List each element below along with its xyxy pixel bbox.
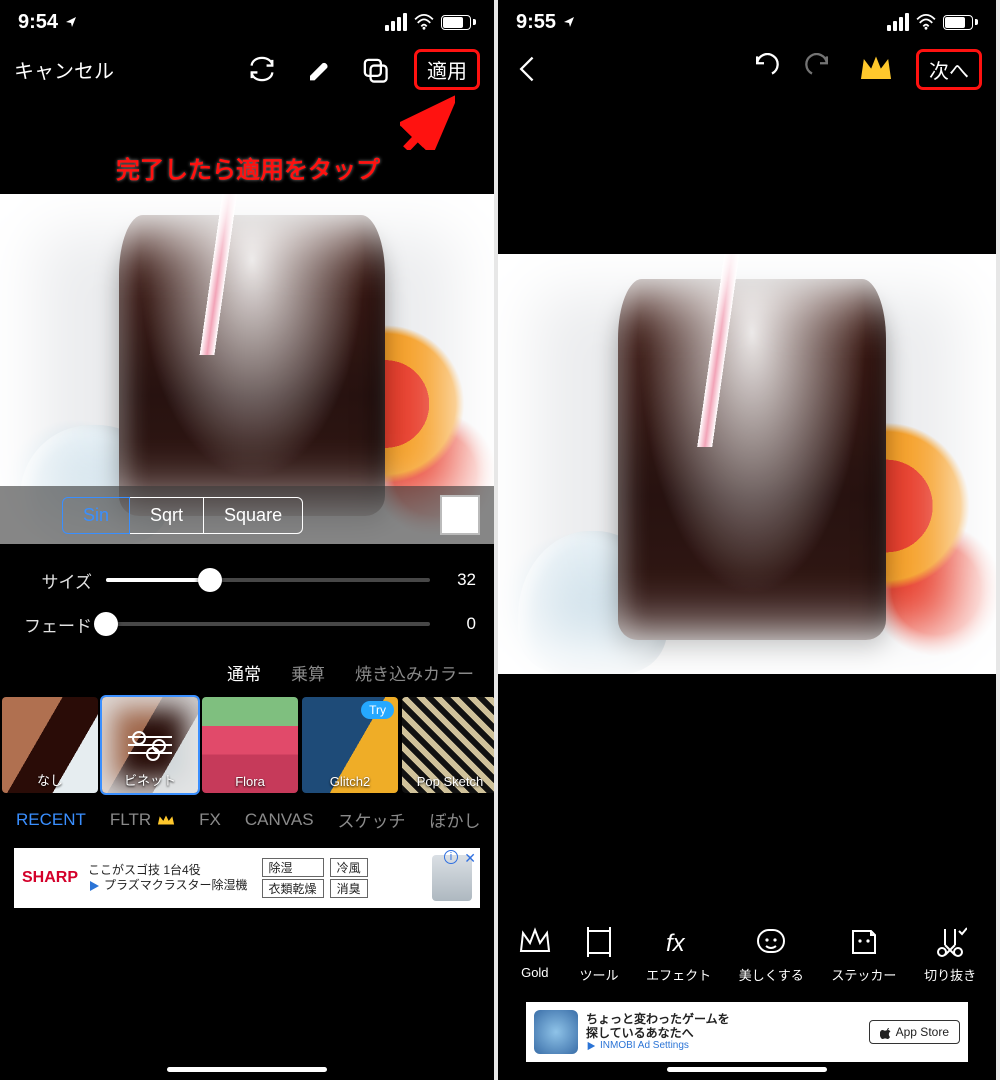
tab-fltr[interactable]: FLTR — [110, 807, 175, 832]
location-icon — [64, 15, 78, 29]
location-icon — [562, 15, 576, 29]
appstore-button[interactable]: App Store — [869, 1020, 960, 1044]
editor-toolbar: 次へ — [498, 44, 996, 94]
ad-brand: SHARP — [22, 869, 78, 887]
status-bar: 9:55 — [498, 0, 996, 44]
tab-blur[interactable]: ぼかし — [430, 807, 481, 832]
effect-none[interactable]: なし — [2, 697, 98, 793]
crown-icon — [157, 813, 175, 827]
home-indicator[interactable] — [667, 1067, 827, 1072]
annotation-text: 完了したら適用をタップ — [116, 150, 380, 185]
status-time: 9:55 — [516, 11, 556, 34]
tab-recent[interactable]: RECENT — [16, 807, 86, 832]
segment-square[interactable]: Square — [204, 497, 303, 534]
eraser-icon[interactable] — [302, 53, 334, 85]
ad-banner[interactable]: ちょっと変わったゲームを 探しているあなたへ INMOBI Ad Setting… — [526, 1002, 968, 1062]
apple-icon — [880, 1025, 892, 1039]
segment-sin[interactable]: Sin — [62, 497, 130, 534]
effect-vignette[interactable]: ビネット — [102, 697, 198, 793]
tool-effect[interactable]: fx エフェクト — [646, 925, 711, 984]
category-tabs[interactable]: RECENT FLTR FX CANVAS スケッチ ぼかし — [0, 793, 494, 842]
blend-multiply[interactable]: 乗算 — [291, 660, 325, 685]
screen-filter-edit: 9:54 キャンセル 適用 完了したら適用 — [0, 0, 498, 1080]
ad-app-icon — [534, 1010, 578, 1054]
slider-size[interactable] — [106, 578, 430, 582]
slider-fade[interactable] — [106, 622, 430, 626]
slider-fade-value: 0 — [444, 614, 476, 634]
swap-icon[interactable] — [246, 53, 278, 85]
tool-sticker[interactable]: ステッカー — [831, 925, 896, 984]
play-icon — [88, 880, 100, 892]
image-canvas[interactable]: Sin Sqrt Square — [0, 194, 494, 544]
battery-icon — [441, 15, 476, 30]
bottom-tool-nav: Gold ツール fx エフェクト 美しくする ステッカー 切り抜き — [498, 917, 996, 992]
undo-button[interactable] — [748, 53, 780, 85]
ad-banner[interactable]: SHARP ここがスゴ技 1台4役 プラズマクラスター除湿機 除湿 冷風 衣類乾… — [14, 848, 480, 908]
segment-sqrt[interactable]: Sqrt — [130, 497, 204, 534]
tab-fx[interactable]: FX — [199, 807, 221, 832]
status-bar: 9:54 — [0, 0, 494, 44]
screen-main-editor: 9:55 次へ — [498, 0, 996, 1080]
annotation-arrow-icon — [400, 95, 455, 150]
next-button[interactable]: 次へ — [916, 49, 982, 90]
tool-cutout[interactable]: 切り抜き — [924, 925, 976, 984]
editor-toolbar: キャンセル 適用 — [0, 44, 494, 94]
layers-icon[interactable] — [358, 53, 390, 85]
signal-icon — [887, 13, 909, 31]
effect-popsketch[interactable]: Pop Sketch — [402, 697, 498, 793]
color-well[interactable] — [440, 495, 480, 535]
blend-normal[interactable]: 通常 — [227, 660, 261, 685]
back-button[interactable] — [512, 53, 544, 85]
slider-size-value: 32 — [444, 570, 476, 590]
cancel-button[interactable]: キャンセル — [14, 55, 114, 84]
image-canvas[interactable] — [498, 254, 996, 674]
tab-canvas[interactable]: CANVAS — [245, 807, 314, 832]
battery-icon — [943, 15, 978, 30]
tool-beautify[interactable]: 美しくする — [739, 925, 804, 984]
slider-fade-label: フェード — [18, 612, 92, 637]
blend-colorburn[interactable]: 焼き込みカラー — [355, 660, 474, 685]
ad-close-icon[interactable]: ✕ — [464, 850, 476, 867]
tool-gold[interactable]: Gold — [518, 925, 552, 984]
tab-sketch[interactable]: スケッチ — [338, 807, 406, 832]
status-time: 9:54 — [18, 11, 58, 34]
home-indicator[interactable] — [167, 1067, 327, 1072]
slider-panel: サイズ 32 フェード 0 — [0, 544, 494, 652]
slider-size-label: サイズ — [18, 568, 92, 593]
shape-segment-panel: Sin Sqrt Square — [0, 486, 494, 544]
effect-glitch2[interactable]: TryGlitch2 — [302, 697, 398, 793]
tool-tools[interactable]: ツール — [579, 925, 618, 984]
effect-flora[interactable]: Flora — [202, 697, 298, 793]
blend-mode-row: 通常 乗算 焼き込みカラー — [0, 652, 494, 697]
effect-strip[interactable]: なし ビネット Flora TryGlitch2 Pop Sketch — [0, 697, 494, 793]
premium-crown-icon[interactable] — [860, 53, 892, 85]
wifi-icon — [413, 14, 435, 30]
redo-button[interactable] — [804, 53, 836, 85]
ad-info-icon[interactable]: i — [444, 850, 458, 864]
play-icon — [586, 1041, 596, 1051]
svg-text:fx: fx — [666, 930, 686, 957]
apply-button[interactable]: 適用 — [414, 49, 480, 90]
signal-icon — [385, 13, 407, 31]
wifi-icon — [915, 14, 937, 30]
